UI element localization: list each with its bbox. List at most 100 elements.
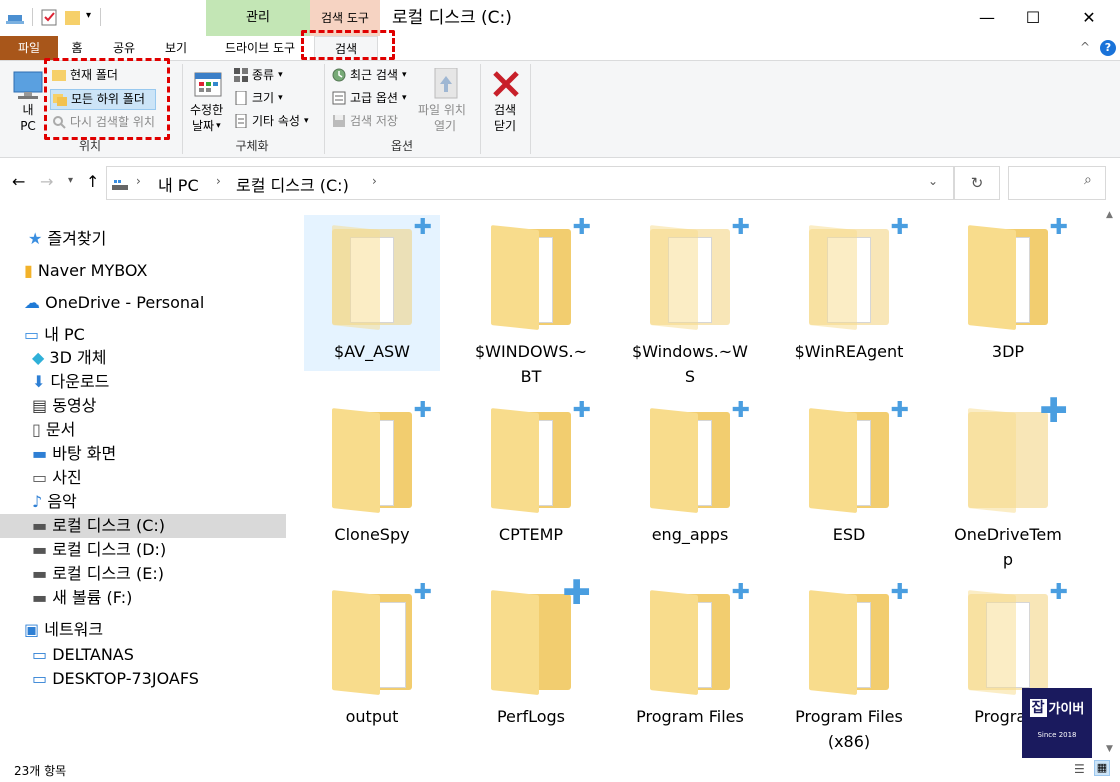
nav-item-favorites[interactable]: ★ 즐겨찾기 (28, 228, 106, 250)
advanced-options-label: 고급 옵션 (350, 91, 398, 105)
file-item[interactable]: ✚ Program Files (622, 580, 758, 729)
nav-item-deltanas[interactable]: ▭ DELTANAS (32, 644, 134, 666)
quick-access-dropdown-icon[interactable]: ▾ (86, 10, 91, 21)
file-item[interactable]: ✚ $WINDOWS.~ BT (463, 215, 599, 389)
address-bar[interactable] (106, 166, 954, 200)
nav-item-3d-objects[interactable]: ◆ 3D 개체 (32, 347, 106, 369)
nav-item-onedrive[interactable]: ☁ OneDrive - Personal (24, 292, 204, 314)
nav-item-network[interactable]: ▣ 네트워크 (24, 619, 103, 641)
file-item[interactable]: ✚ OneDriveTem p (940, 394, 1076, 572)
chevron-down-icon: ▾ (278, 70, 283, 80)
back-arrow-icon[interactable]: ← (12, 172, 25, 191)
tab-share[interactable]: 공유 (106, 36, 142, 60)
advanced-options-button[interactable]: 고급 옵션 ▾ (332, 90, 407, 106)
vertical-scrollbar[interactable] (1104, 208, 1120, 758)
large-icons-view-icon[interactable]: ▦ (1094, 760, 1110, 776)
drive-icon: ▬ (32, 588, 48, 607)
file-item[interactable]: ✚ $Windows.~W S (622, 215, 758, 389)
up-arrow-icon[interactable]: ↑ (86, 172, 99, 191)
tab-file[interactable]: 파일 (0, 36, 58, 60)
compressed-icon: ✚ (731, 398, 750, 423)
tab-drive-tools[interactable]: 드라이브 도구 (212, 36, 308, 60)
divider (32, 8, 33, 26)
compressed-icon: ✚ (1049, 215, 1068, 240)
file-item[interactable]: ✚ output (304, 580, 440, 729)
close-search-icon[interactable] (490, 68, 522, 100)
close-button[interactable]: ✕ (1066, 0, 1112, 36)
nav-item-music[interactable]: ♪ 음악 (32, 491, 77, 513)
compressed-icon: ✚ (413, 580, 432, 605)
group-separator (480, 64, 481, 154)
file-item[interactable]: ✚ $WinREAgent (781, 215, 917, 364)
nav-item-drive-f[interactable]: ▬ 새 볼륨 (F:) (32, 587, 132, 609)
file-item[interactable]: ✚ ESD (781, 398, 917, 547)
file-name: output (345, 707, 399, 726)
kind-button[interactable]: 종류 ▾ (234, 67, 283, 83)
calendar-icon[interactable] (194, 70, 222, 98)
folder-icon: ✚ (781, 580, 917, 704)
nav-item-drive-c[interactable]: ▬ 로컬 디스크 (C:) (32, 515, 165, 537)
pictures-icon: ▭ (32, 468, 48, 487)
item-count: 23개 항목 (14, 764, 67, 778)
nav-item-pictures[interactable]: ▭ 사진 (32, 467, 82, 489)
this-pc-icon[interactable] (10, 70, 46, 106)
scroll-up-icon[interactable]: ▲ (1106, 210, 1113, 220)
document-icon: ▯ (32, 420, 41, 439)
highlight-location-group (44, 58, 170, 140)
nav-item-desktop-pc[interactable]: ▭ DESKTOP-73JOAFS (32, 668, 199, 690)
other-properties-button[interactable]: 기타 속성 ▾ (234, 113, 309, 129)
maximize-button[interactable]: ☐ (1010, 0, 1056, 36)
folder-icon: ✚ (622, 580, 758, 704)
kind-icon (234, 68, 248, 82)
new-folder-icon[interactable] (64, 8, 82, 26)
file-name: eng_apps (651, 525, 729, 544)
folder-icon: ✚ (304, 215, 440, 339)
folder-icon: ✚ (940, 580, 1076, 704)
size-button[interactable]: 크기 ▾ (234, 90, 283, 106)
desktop-icon: ▬ (32, 444, 48, 463)
properties-icon[interactable] (40, 8, 58, 26)
file-item[interactable]: ✚ PerfLogs (463, 576, 599, 729)
file-item[interactable]: ✚ $AV_ASW (304, 215, 440, 364)
this-pc-label-2: PC (20, 119, 36, 133)
file-item[interactable]: ✚ eng_apps (622, 398, 758, 547)
help-icon[interactable]: ? (1100, 40, 1116, 56)
nav-item-drive-e[interactable]: ▬ 로컬 디스크 (E:) (32, 563, 164, 585)
refresh-button[interactable]: ↻ (954, 166, 1000, 200)
network-icon: ▣ (24, 620, 40, 639)
nav-item-documents[interactable]: ▯ 문서 (32, 419, 75, 441)
window-title: 로컬 디스크 (C:) (392, 8, 512, 28)
properties-doc-icon (235, 114, 247, 128)
file-name: Program Files (636, 707, 744, 726)
address-dropdown-icon[interactable]: ⌄ (928, 174, 938, 188)
file-item[interactable]: ✚ CloneSpy (304, 398, 440, 547)
nav-item-videos[interactable]: ▤ 동영상 (32, 395, 96, 417)
nav-item-downloads[interactable]: ⬇ 다운로드 (32, 371, 109, 393)
tab-home[interactable]: 홈 (62, 36, 92, 60)
file-item[interactable]: ✚ CPTEMP (463, 398, 599, 547)
recent-searches-button[interactable]: 최근 검색 ▾ (332, 67, 407, 83)
save-search-button[interactable]: 검색 저장 (332, 113, 398, 129)
date-modified-button[interactable]: 날짜 ▾ (192, 118, 221, 134)
nav-item-drive-d[interactable]: ▬ 로컬 디스크 (D:) (32, 539, 166, 561)
file-item[interactable]: ✚ Program Files (x86) (781, 580, 917, 754)
file-name: $AV_ASW (334, 342, 410, 361)
open-file-location-icon[interactable] (432, 67, 460, 100)
nav-item-desktop[interactable]: ▬ 바탕 화면 (32, 443, 116, 465)
forward-arrow-icon[interactable]: → (40, 172, 53, 191)
title-bar (0, 0, 1120, 36)
file-item[interactable]: ✚ 3DP (940, 215, 1076, 364)
file-name: $Windows.~W (632, 342, 748, 361)
collapse-ribbon-icon[interactable]: ^ (1080, 40, 1090, 54)
tab-view[interactable]: 보기 (158, 36, 194, 60)
scroll-down-icon[interactable]: ▼ (1106, 744, 1113, 754)
file-name: ESD (832, 525, 866, 544)
breadcrumb-this-pc[interactable]: 내 PC (158, 172, 199, 196)
compressed-icon: ✚ (1049, 580, 1068, 605)
minimize-button[interactable]: — (964, 0, 1010, 36)
nav-item-naver-mybox[interactable]: ▮ Naver MYBOX (24, 260, 147, 282)
recent-locations-icon[interactable]: ▾ (68, 175, 73, 186)
breadcrumb-drive[interactable]: 로컬 디스크 (C:) (236, 172, 349, 196)
details-view-icon[interactable]: ☰ (1074, 762, 1085, 776)
nav-item-this-pc[interactable]: ▭ 내 PC (24, 324, 85, 346)
